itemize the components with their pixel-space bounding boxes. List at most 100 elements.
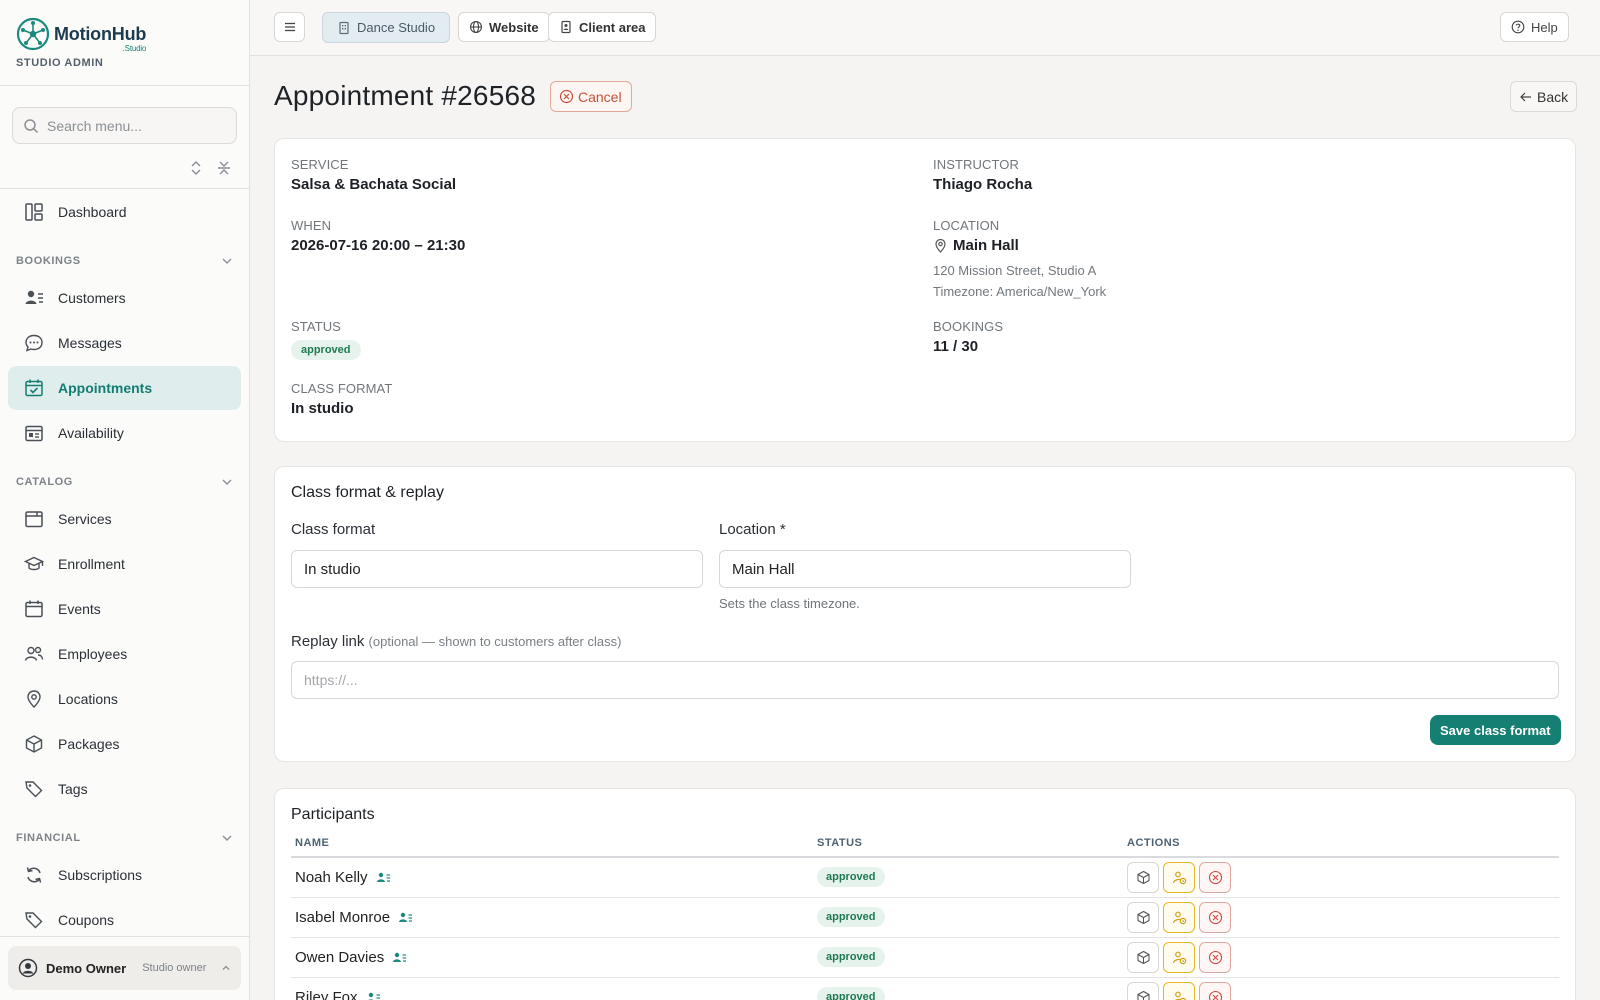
expand-all-icon[interactable] (188, 160, 204, 176)
mark-attendance-button[interactable] (1163, 901, 1195, 933)
sidebar-item-events[interactable]: Events (8, 587, 241, 631)
detail-bookings: BOOKINGS 11 / 30 (933, 319, 1003, 355)
sidebar-item-subscriptions[interactable]: Subscriptions (8, 853, 241, 897)
chevron-down-icon (222, 835, 232, 841)
customers-icon (25, 290, 43, 304)
section-label: CATALOG (16, 476, 73, 488)
column-header-status[interactable]: STATUS (813, 837, 1123, 858)
help-button[interactable]: Help (1500, 12, 1569, 42)
class-format-select[interactable]: In studio (291, 550, 703, 588)
section-financial[interactable]: FINANCIAL (16, 831, 234, 845)
map-pin-icon (935, 238, 946, 253)
employees-icon (24, 646, 44, 661)
chevron-down-icon (222, 479, 232, 485)
replay-link-input[interactable]: https://... (291, 661, 1559, 699)
search-input[interactable] (47, 117, 217, 134)
cancel-label: Cancel (578, 88, 622, 105)
user-clock-icon (1173, 991, 1186, 1000)
package-box-icon (1136, 950, 1150, 964)
participant-name-cell: Riley Fox (295, 989, 809, 1000)
row-actions (1127, 941, 1555, 973)
calendar-check-icon (25, 379, 43, 397)
participant-name-cell: Owen Davies (295, 949, 809, 966)
column-header-actions: ACTIONS (1123, 837, 1559, 858)
menu-toggle-button[interactable] (274, 12, 305, 42)
location-select[interactable]: Main Hall (719, 550, 1131, 588)
detail-instructor: INSTRUCTOR Thiago Rocha (933, 157, 1032, 193)
customer-card-icon[interactable] (366, 990, 381, 1000)
package-box-icon (25, 735, 43, 753)
mark-attendance-button[interactable] (1163, 861, 1195, 893)
section-label: FINANCIAL (16, 832, 81, 844)
sidebar-item-label: Customers (58, 290, 126, 306)
sidebar-item-packages[interactable]: Packages (8, 722, 241, 766)
remove-participant-button[interactable] (1199, 981, 1231, 1000)
back-label: Back (1537, 88, 1569, 105)
detail-service: SERVICE Salsa & Bachata Social (291, 157, 456, 193)
sidebar-item-dashboard[interactable]: Dashboard (8, 190, 241, 234)
participant-name[interactable]: Noah Kelly (295, 869, 368, 886)
section-catalog[interactable]: CATALOG (16, 475, 234, 489)
section-bookings[interactable]: BOOKINGS (16, 254, 234, 268)
user-menu[interactable]: Demo Owner Studio owner (8, 946, 241, 990)
divider (0, 85, 249, 86)
client-area-label: Client area (579, 19, 646, 35)
back-button[interactable]: Back (1510, 81, 1578, 112)
package-box-icon (1136, 990, 1150, 1000)
cancel-appointment-button[interactable]: Cancel (550, 81, 632, 112)
customer-card-icon[interactable] (376, 870, 391, 885)
search-icon (24, 118, 39, 133)
brand-logo-group[interactable]: MotionHub .Studio (16, 14, 146, 54)
sidebar-item-label: Locations (58, 691, 118, 707)
sidebar-item-availability[interactable]: Availability (8, 411, 241, 455)
column-header-name[interactable]: NAME (291, 837, 813, 858)
customer-card-icon[interactable] (392, 950, 407, 965)
participants-card: Participants NAME STATUS ACTIONS Noah Ke… (274, 788, 1576, 1000)
customer-card-icon[interactable] (398, 910, 413, 925)
address-line: 120 Mission Street, Studio A (933, 263, 1097, 278)
sidebar-item-appointments[interactable]: Appointments (8, 366, 241, 410)
sidebar-item-customers[interactable]: Customers (8, 276, 241, 320)
participant-name[interactable]: Isabel Monroe (295, 909, 390, 926)
user-clock-icon (1172, 871, 1186, 885)
sidebar-item-label: Messages (58, 335, 122, 351)
client-area-button[interactable]: Client area (548, 12, 657, 42)
detail-class-format: CLASS FORMAT In studio (291, 381, 392, 417)
brand-role: STUDIO ADMIN (16, 57, 104, 69)
remove-participant-button[interactable] (1199, 861, 1231, 893)
detail-label: BOOKINGS (933, 319, 1004, 334)
sidebar-item-label: Coupons (58, 912, 115, 928)
studio-switcher-button[interactable]: Dance Studio (322, 12, 451, 43)
detail-label: STATUS (291, 319, 341, 334)
sidebar-item-label: Availability (58, 425, 124, 441)
sidebar-item-employees[interactable]: Employees (8, 632, 241, 676)
participant-name[interactable]: Owen Davies (295, 949, 384, 966)
sidebar-item-locations[interactable]: Locations (8, 677, 241, 721)
sidebar-item-enrollment[interactable]: Enrollment (8, 542, 241, 586)
package-button[interactable] (1127, 941, 1159, 973)
sidebar-item-messages[interactable]: Messages (8, 321, 241, 365)
map-pin-icon (27, 690, 41, 708)
replay-placeholder: https://... (304, 672, 358, 688)
package-button[interactable] (1127, 901, 1159, 933)
package-button[interactable] (1127, 861, 1159, 893)
sidebar-search[interactable] (12, 107, 237, 144)
remove-participant-button[interactable] (1199, 901, 1231, 933)
brand-sub: .Studio (122, 43, 147, 53)
mark-attendance-button[interactable] (1163, 981, 1195, 1000)
sidebar-item-tags[interactable]: Tags (8, 767, 241, 811)
participant-name[interactable]: Riley Fox (295, 989, 358, 1000)
website-link-button[interactable]: Website (458, 12, 550, 42)
appointment-details-card: SERVICE Salsa & Bachata Social INSTRUCTO… (274, 138, 1576, 442)
message-icon (25, 334, 43, 352)
table-row: Isabel Monroe approved (291, 897, 1559, 938)
collapse-all-icon[interactable] (216, 160, 232, 176)
package-button[interactable] (1127, 981, 1159, 1000)
sidebar-item-services[interactable]: Services (8, 497, 241, 541)
status-badge: approved (817, 987, 885, 1000)
sidebar-tools (188, 160, 232, 176)
save-class-format-button[interactable]: Save class format (1430, 715, 1561, 745)
participant-name-cell: Isabel Monroe (295, 909, 809, 926)
remove-participant-button[interactable] (1199, 941, 1231, 973)
mark-attendance-button[interactable] (1163, 941, 1195, 973)
